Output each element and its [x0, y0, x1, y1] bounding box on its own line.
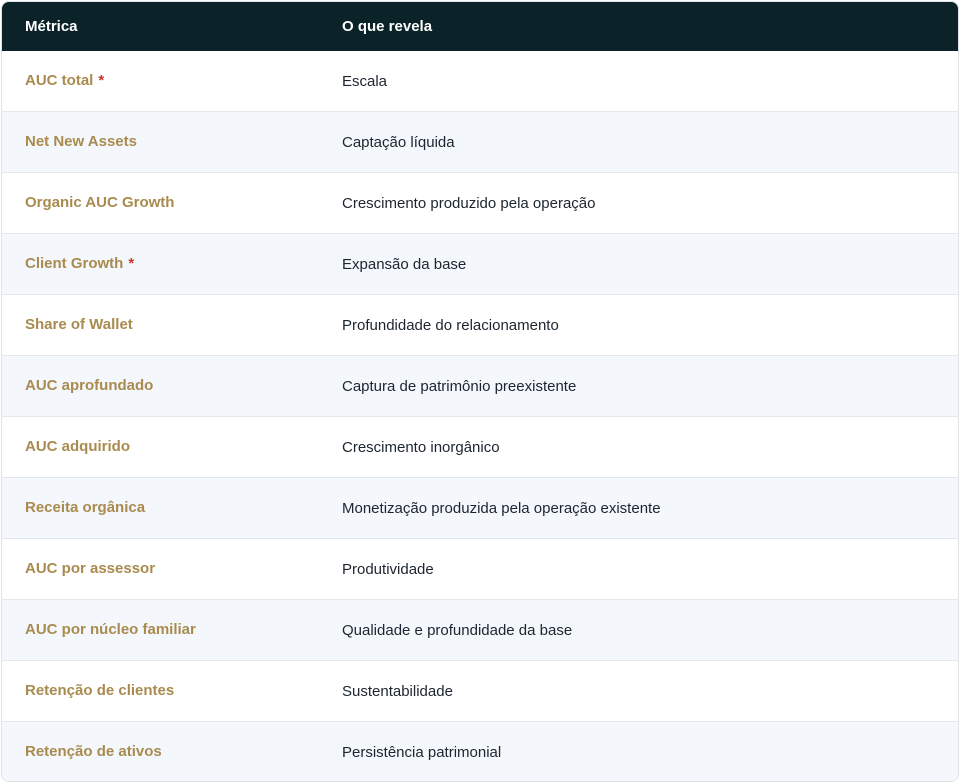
table-row: Retenção de ativos Persistência patrimon… — [2, 721, 958, 781]
table-row: Receita orgânica Monetização produzida p… — [2, 477, 958, 538]
metric-name: Receita orgânica — [25, 499, 146, 516]
table-row: Share of Wallet Profundidade do relacion… — [2, 294, 958, 355]
metric-reveals: Qualidade e profundidade da base — [342, 621, 573, 639]
table-row: Organic AUC Growth Crescimento produzido… — [2, 172, 958, 233]
metric-name: Retenção de clientes — [25, 682, 175, 699]
metric-reveals: Monetização produzida pela operação exis… — [342, 499, 661, 517]
metric-reveals: Crescimento produzido pela operação — [342, 194, 596, 212]
table-row: Client Growth * Expansão da base — [2, 233, 958, 294]
table-row: Net New Assets Captação líquida — [2, 111, 958, 172]
metric-name: AUC total — [25, 72, 94, 89]
metric-name: AUC aprofundado — [25, 377, 154, 394]
table-row: AUC adquirido Crescimento inorgânico — [2, 416, 958, 477]
metric-name: Retenção de ativos — [25, 743, 162, 760]
metric-reveals: Crescimento inorgânico — [342, 438, 500, 456]
metric-reveals: Profundidade do relacionamento — [342, 316, 559, 334]
metric-reveals: Produtividade — [342, 560, 434, 578]
metric-reveals: Escala — [342, 72, 388, 90]
metric-reveals: Expansão da base — [342, 255, 467, 273]
metric-name: AUC por assessor — [25, 560, 156, 577]
metrics-table: Métrica O que revela AUC total * Escala N… — [1, 1, 959, 782]
metric-name: AUC por núcleo familiar — [25, 621, 196, 638]
metric-reveals: Captação líquida — [342, 133, 455, 151]
metric-name: Share of Wallet — [25, 316, 133, 333]
table-row: AUC aprofundado Captura de patrimônio pr… — [2, 355, 958, 416]
table-header: Métrica O que revela — [2, 2, 958, 51]
header-metric: Métrica — [25, 18, 78, 35]
metric-reveals: Captura de patrimônio preexistente — [342, 377, 577, 395]
metric-name: Client Growth — [25, 255, 124, 272]
asterisk-marker: * — [98, 72, 105, 89]
header-reveals: O que revela — [342, 18, 433, 35]
metric-reveals: Sustentabilidade — [342, 682, 453, 700]
metric-reveals: Persistência patrimonial — [342, 743, 502, 761]
metric-name: Organic AUC Growth — [25, 194, 175, 211]
table-row: AUC por núcleo familiar Qualidade e prof… — [2, 599, 958, 660]
metric-name: Net New Assets — [25, 133, 137, 150]
table-row: AUC total * Escala — [2, 51, 958, 111]
metric-name: AUC adquirido — [25, 438, 130, 455]
table-row: Retenção de clientes Sustentabilidade — [2, 660, 958, 721]
asterisk-marker: * — [128, 255, 135, 272]
table-row: AUC por assessor Produtividade — [2, 538, 958, 599]
